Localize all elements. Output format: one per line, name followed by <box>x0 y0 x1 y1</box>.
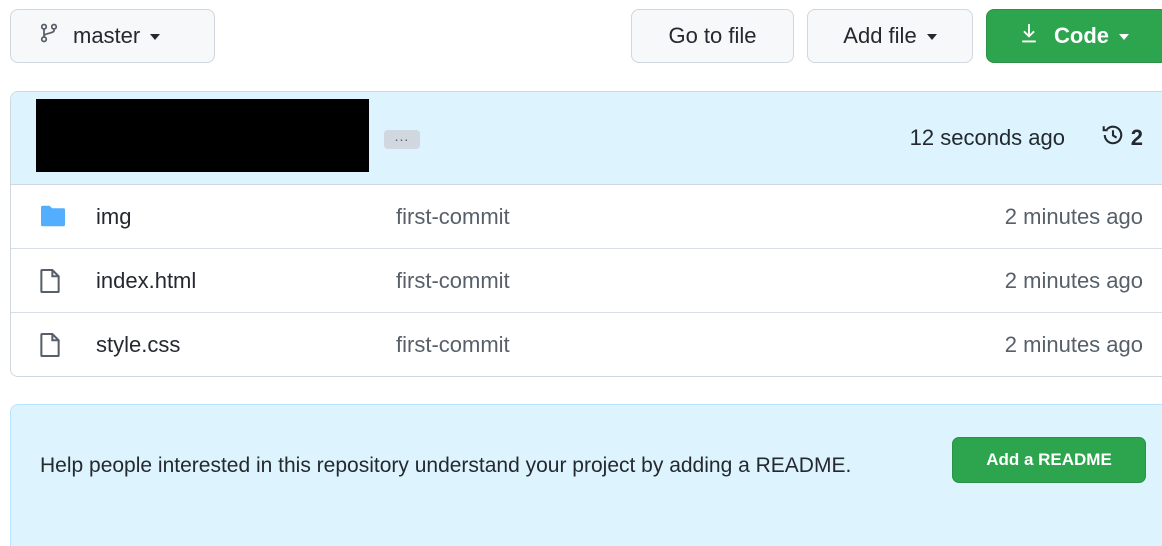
file-row[interactable]: style.css first-commit 2 minutes ago <box>11 313 1162 376</box>
branch-label: master <box>73 23 141 48</box>
expand-commit-button[interactable]: ... <box>384 129 420 149</box>
download-icon <box>1020 22 1038 50</box>
file-name[interactable]: style.css <box>96 332 180 358</box>
go-to-file-button[interactable]: Go to file <box>631 9 794 63</box>
commit-message[interactable]: first-commit <box>396 268 510 294</box>
file-name[interactable]: img <box>96 204 131 230</box>
folder-icon <box>39 204 67 233</box>
history-icon <box>1101 123 1131 153</box>
commit-history-link[interactable]: 2 <box>1101 123 1143 153</box>
chevron-down-icon <box>926 34 937 40</box>
redacted-author <box>36 99 369 172</box>
git-branch-icon <box>39 21 59 51</box>
file-browser: ... 12 seconds ago 2 img first-commit 2 … <box>10 91 1162 377</box>
file-time: 2 minutes ago <box>1004 268 1143 293</box>
file-time: 2 minutes ago <box>1004 204 1143 229</box>
add-file-button[interactable]: Add file <box>807 9 973 63</box>
add-file-label: Add file <box>843 23 917 48</box>
code-label: Code <box>1054 23 1109 48</box>
code-button[interactable]: Code <box>986 9 1162 63</box>
latest-commit-bar: ... 12 seconds ago 2 <box>11 92 1162 185</box>
chevron-down-icon <box>150 34 161 40</box>
go-to-file-label: Go to file <box>668 23 757 48</box>
commit-message[interactable]: first-commit <box>396 204 510 230</box>
readme-prompt: Help people interested in this repositor… <box>10 404 1162 546</box>
commit-time[interactable]: 12 seconds ago <box>910 125 1065 151</box>
branch-select-button[interactable]: master <box>10 9 215 63</box>
file-icon <box>39 268 61 299</box>
history-count: 2 <box>1130 125 1143 150</box>
readme-prompt-text: Help people interested in this repositor… <box>40 454 852 477</box>
file-row[interactable]: img first-commit 2 minutes ago <box>11 185 1162 249</box>
chevron-down-icon <box>1119 34 1129 40</box>
file-time: 2 minutes ago <box>1004 332 1143 357</box>
file-name[interactable]: index.html <box>96 268 196 294</box>
commit-message[interactable]: first-commit <box>396 332 510 358</box>
file-icon <box>39 332 61 363</box>
add-readme-button[interactable]: Add a README <box>952 437 1146 483</box>
add-readme-label: Add a README <box>986 450 1112 469</box>
file-row[interactable]: index.html first-commit 2 minutes ago <box>11 249 1162 313</box>
